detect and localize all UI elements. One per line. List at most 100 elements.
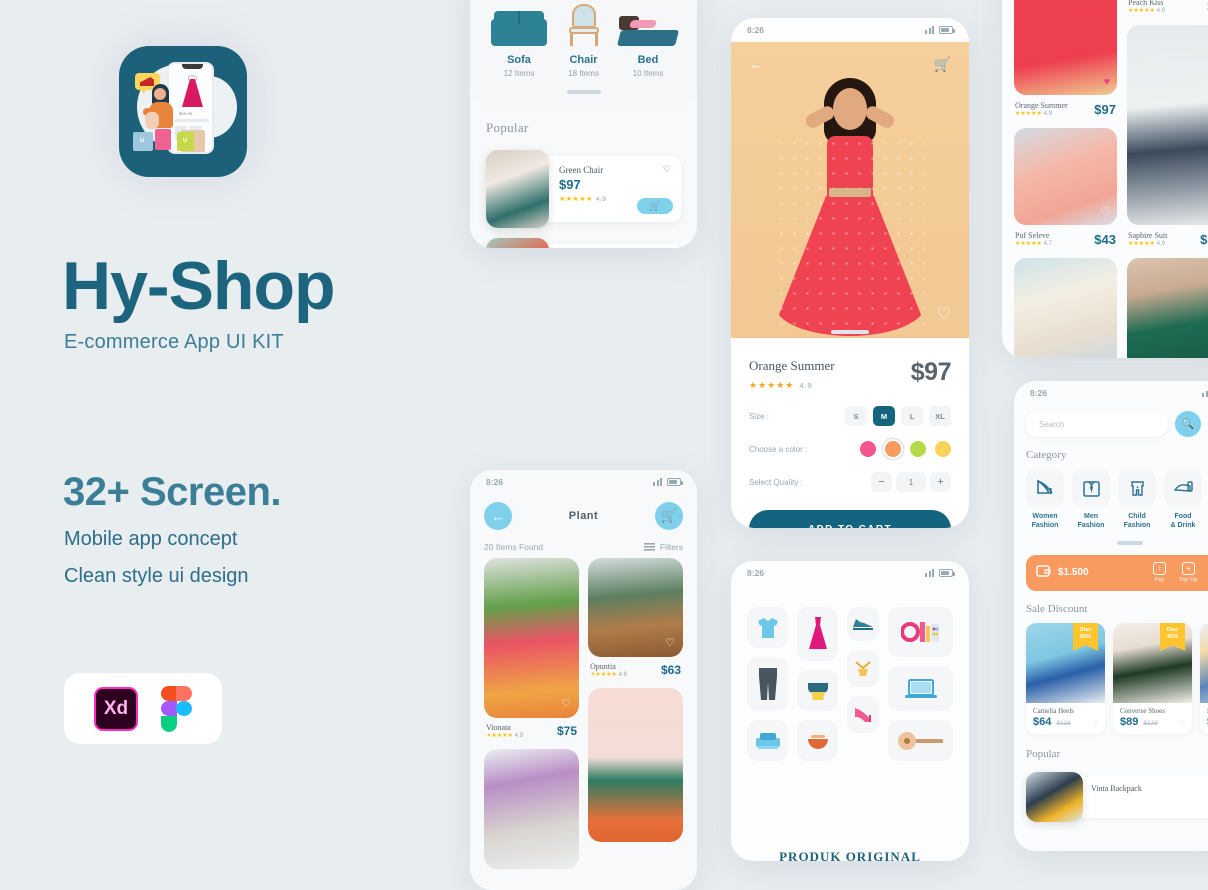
- add-to-cart-button[interactable]: 🛒: [637, 198, 673, 214]
- search-placeholder: Search: [1039, 419, 1065, 429]
- product-name: Orange Summer: [749, 358, 835, 373]
- sneaker-icon[interactable]: [847, 607, 879, 641]
- product-name: Vionata: [486, 723, 511, 732]
- guitar-icon[interactable]: [888, 720, 953, 761]
- presentation-canvas: $59.99 U U Hy-Shop E-commerce App UI KIT…: [0, 0, 1208, 890]
- product-name: Vinta Backpack: [1091, 783, 1142, 793]
- category-item-food-drink[interactable]: Food & Drink: [1164, 469, 1202, 531]
- product-name: Saphire Suit: [1128, 231, 1168, 240]
- sofa-icon: [488, 2, 550, 46]
- category-item-sofa[interactable]: Sofa 12 Items: [488, 2, 550, 78]
- search-icon[interactable]: 🔍: [1175, 411, 1201, 437]
- color-selector[interactable]: [860, 441, 951, 457]
- product-card[interactable]: Disc 40% Converse Shoes $89 $138 ♡: [1113, 622, 1192, 734]
- category-panel: Category Sofa 12 Items Chair 18 Items: [470, 0, 697, 108]
- size-option-l[interactable]: L: [901, 406, 923, 426]
- add-to-cart-button[interactable]: ADD TO CART: [749, 510, 951, 528]
- color-option-orange[interactable]: [885, 441, 901, 457]
- product-card[interactable]: Disc 50% Camelia Heels $64 $128 ♡: [1026, 622, 1105, 734]
- favorite-icon[interactable]: ♡: [1100, 205, 1110, 218]
- wallet-icon: [1036, 564, 1051, 582]
- category-item-bed[interactable]: Bed 10 Items: [617, 2, 679, 78]
- discount-badge: Disc 50%: [1073, 622, 1098, 651]
- product-old-price: $138: [1143, 719, 1158, 727]
- product-card[interactable]: ♡ Peach Kiss ★★★★★ 4.9 $59: [1127, 0, 1208, 14]
- rating-stars: ★★★★★ 4.9: [1128, 8, 1165, 14]
- rating-stars: ★★★★★ 4.9: [486, 733, 523, 739]
- product-card[interactable]: ♡ Opuntia ★★★★★ 4.8 $63: [588, 558, 683, 678]
- back-icon[interactable]: ←: [749, 56, 763, 73]
- back-button[interactable]: ←: [484, 502, 512, 530]
- balance-card: $1.500 ↑ Pay + Top Up ≡ More: [1026, 554, 1208, 591]
- category-label: Child Fashion: [1123, 513, 1151, 530]
- drag-handle[interactable]: [831, 330, 869, 334]
- favorite-icon[interactable]: ♥: [1103, 76, 1110, 88]
- favorite-icon[interactable]: ♡: [1092, 719, 1099, 728]
- laptop-icon[interactable]: [888, 666, 953, 711]
- favorite-icon[interactable]: ♡: [561, 697, 571, 710]
- list-item[interactable]: Vinta Backpack ♥: [1014, 771, 1208, 822]
- branding-panel: $59.99 U U Hy-Shop E-commerce App UI KIT…: [0, 0, 460, 840]
- jeans-icon[interactable]: [747, 657, 788, 711]
- list-item[interactable]: Spring sofa $224 ★★★★★4.8 ♡ 🛒: [486, 238, 681, 248]
- product-card[interactable]: ♡ Vionata ★★★★★ 4.9 $75: [484, 558, 579, 739]
- carousel-indicator[interactable]: [1117, 540, 1143, 545]
- size-selector[interactable]: S M L XL: [845, 406, 951, 426]
- home-screen: 8:26 Search 🔍 🛒 Category Women Fashion: [1014, 381, 1208, 851]
- size-option-s[interactable]: S: [845, 406, 867, 426]
- sale-carousel[interactable]: Disc 50% Camelia Heels $64 $128 ♡ Disc 40%…: [1014, 622, 1208, 734]
- color-option-green[interactable]: [910, 441, 926, 457]
- product-image: [484, 749, 579, 869]
- favorite-icon[interactable]: ♡: [663, 164, 671, 175]
- favorite-icon[interactable]: ♡: [1179, 719, 1186, 728]
- cart-button[interactable]: 🛒: [655, 502, 683, 530]
- category-item-men-fashion[interactable]: Men Fashion: [1072, 469, 1110, 531]
- tshirt-icon[interactable]: [747, 607, 788, 648]
- top-up-button[interactable]: + Top Up: [1179, 562, 1198, 583]
- fashion-catalog-screen: ♥ Orange Summer ★★★★★ 4.9 $97 ♡ Puf Sele…: [1002, 0, 1208, 358]
- product-card[interactable]: ♡ Puf Seleve ★★★★★ 4.7 $43: [1014, 128, 1117, 247]
- filters-button[interactable]: Filters: [643, 542, 683, 552]
- category-label: Chair: [569, 54, 598, 66]
- product-card[interactable]: [588, 688, 683, 842]
- lingerie-icon[interactable]: [847, 650, 879, 687]
- swimsuit-icon[interactable]: [797, 670, 838, 711]
- drag-handle[interactable]: [566, 90, 601, 94]
- category-item-child-fashion[interactable]: Child Fashion: [1118, 469, 1156, 531]
- signal-icon: [925, 569, 934, 577]
- product-price: $75: [556, 724, 577, 738]
- category-carousel[interactable]: Women Fashion Men Fashion Child Fashion …: [1014, 469, 1208, 531]
- product-card[interactable]: Disc30% Livia $94: [1200, 622, 1208, 734]
- app-icon: $59.99 U U: [119, 46, 247, 177]
- model-illustration: [775, 62, 925, 338]
- product-card[interactable]: [1014, 258, 1117, 358]
- color-option-pink[interactable]: [860, 441, 876, 457]
- product-card[interactable]: ♡ Saphire Suit ★★★★★ 4.9 $125: [1127, 25, 1208, 247]
- favorite-icon[interactable]: ♡: [937, 304, 951, 324]
- quantity-stepper[interactable]: − 1 +: [871, 472, 951, 492]
- pay-button[interactable]: ↑ Pay: [1153, 562, 1167, 583]
- favorite-icon[interactable]: ♡: [665, 636, 675, 649]
- highheel-icon[interactable]: [847, 696, 879, 733]
- size-option-xl[interactable]: XL: [929, 406, 951, 426]
- cart-icon[interactable]: 🛒: [934, 56, 951, 73]
- list-item[interactable]: Green Chair $97 ★★★★★ 4.9 ♡ 🛒: [486, 150, 681, 228]
- increase-quantity-button[interactable]: +: [930, 472, 951, 492]
- product-icons-screen: 8:26 PRODUK ORIGINAL: [731, 561, 969, 861]
- product-card[interactable]: [1127, 258, 1208, 358]
- product-price: $125: [1200, 231, 1208, 247]
- armchair-icon[interactable]: [747, 720, 788, 761]
- search-input[interactable]: Search: [1026, 411, 1168, 437]
- category-item-chair[interactable]: Chair 18 Items: [553, 2, 615, 78]
- size-option-m[interactable]: M: [873, 406, 895, 426]
- dress-icon[interactable]: [797, 607, 838, 661]
- product-price: $97: [559, 177, 581, 192]
- product-card[interactable]: [484, 749, 579, 869]
- decrease-quantity-button[interactable]: −: [871, 472, 892, 492]
- product-name: Orange Summer: [1015, 101, 1068, 110]
- category-item-women-fashion[interactable]: Women Fashion: [1026, 469, 1064, 531]
- color-option-yellow[interactable]: [935, 441, 951, 457]
- bowl-icon[interactable]: [797, 720, 838, 761]
- cosmetics-icon[interactable]: [888, 607, 953, 657]
- product-card[interactable]: ♥ Orange Summer ★★★★★ 4.9 $97: [1014, 0, 1117, 117]
